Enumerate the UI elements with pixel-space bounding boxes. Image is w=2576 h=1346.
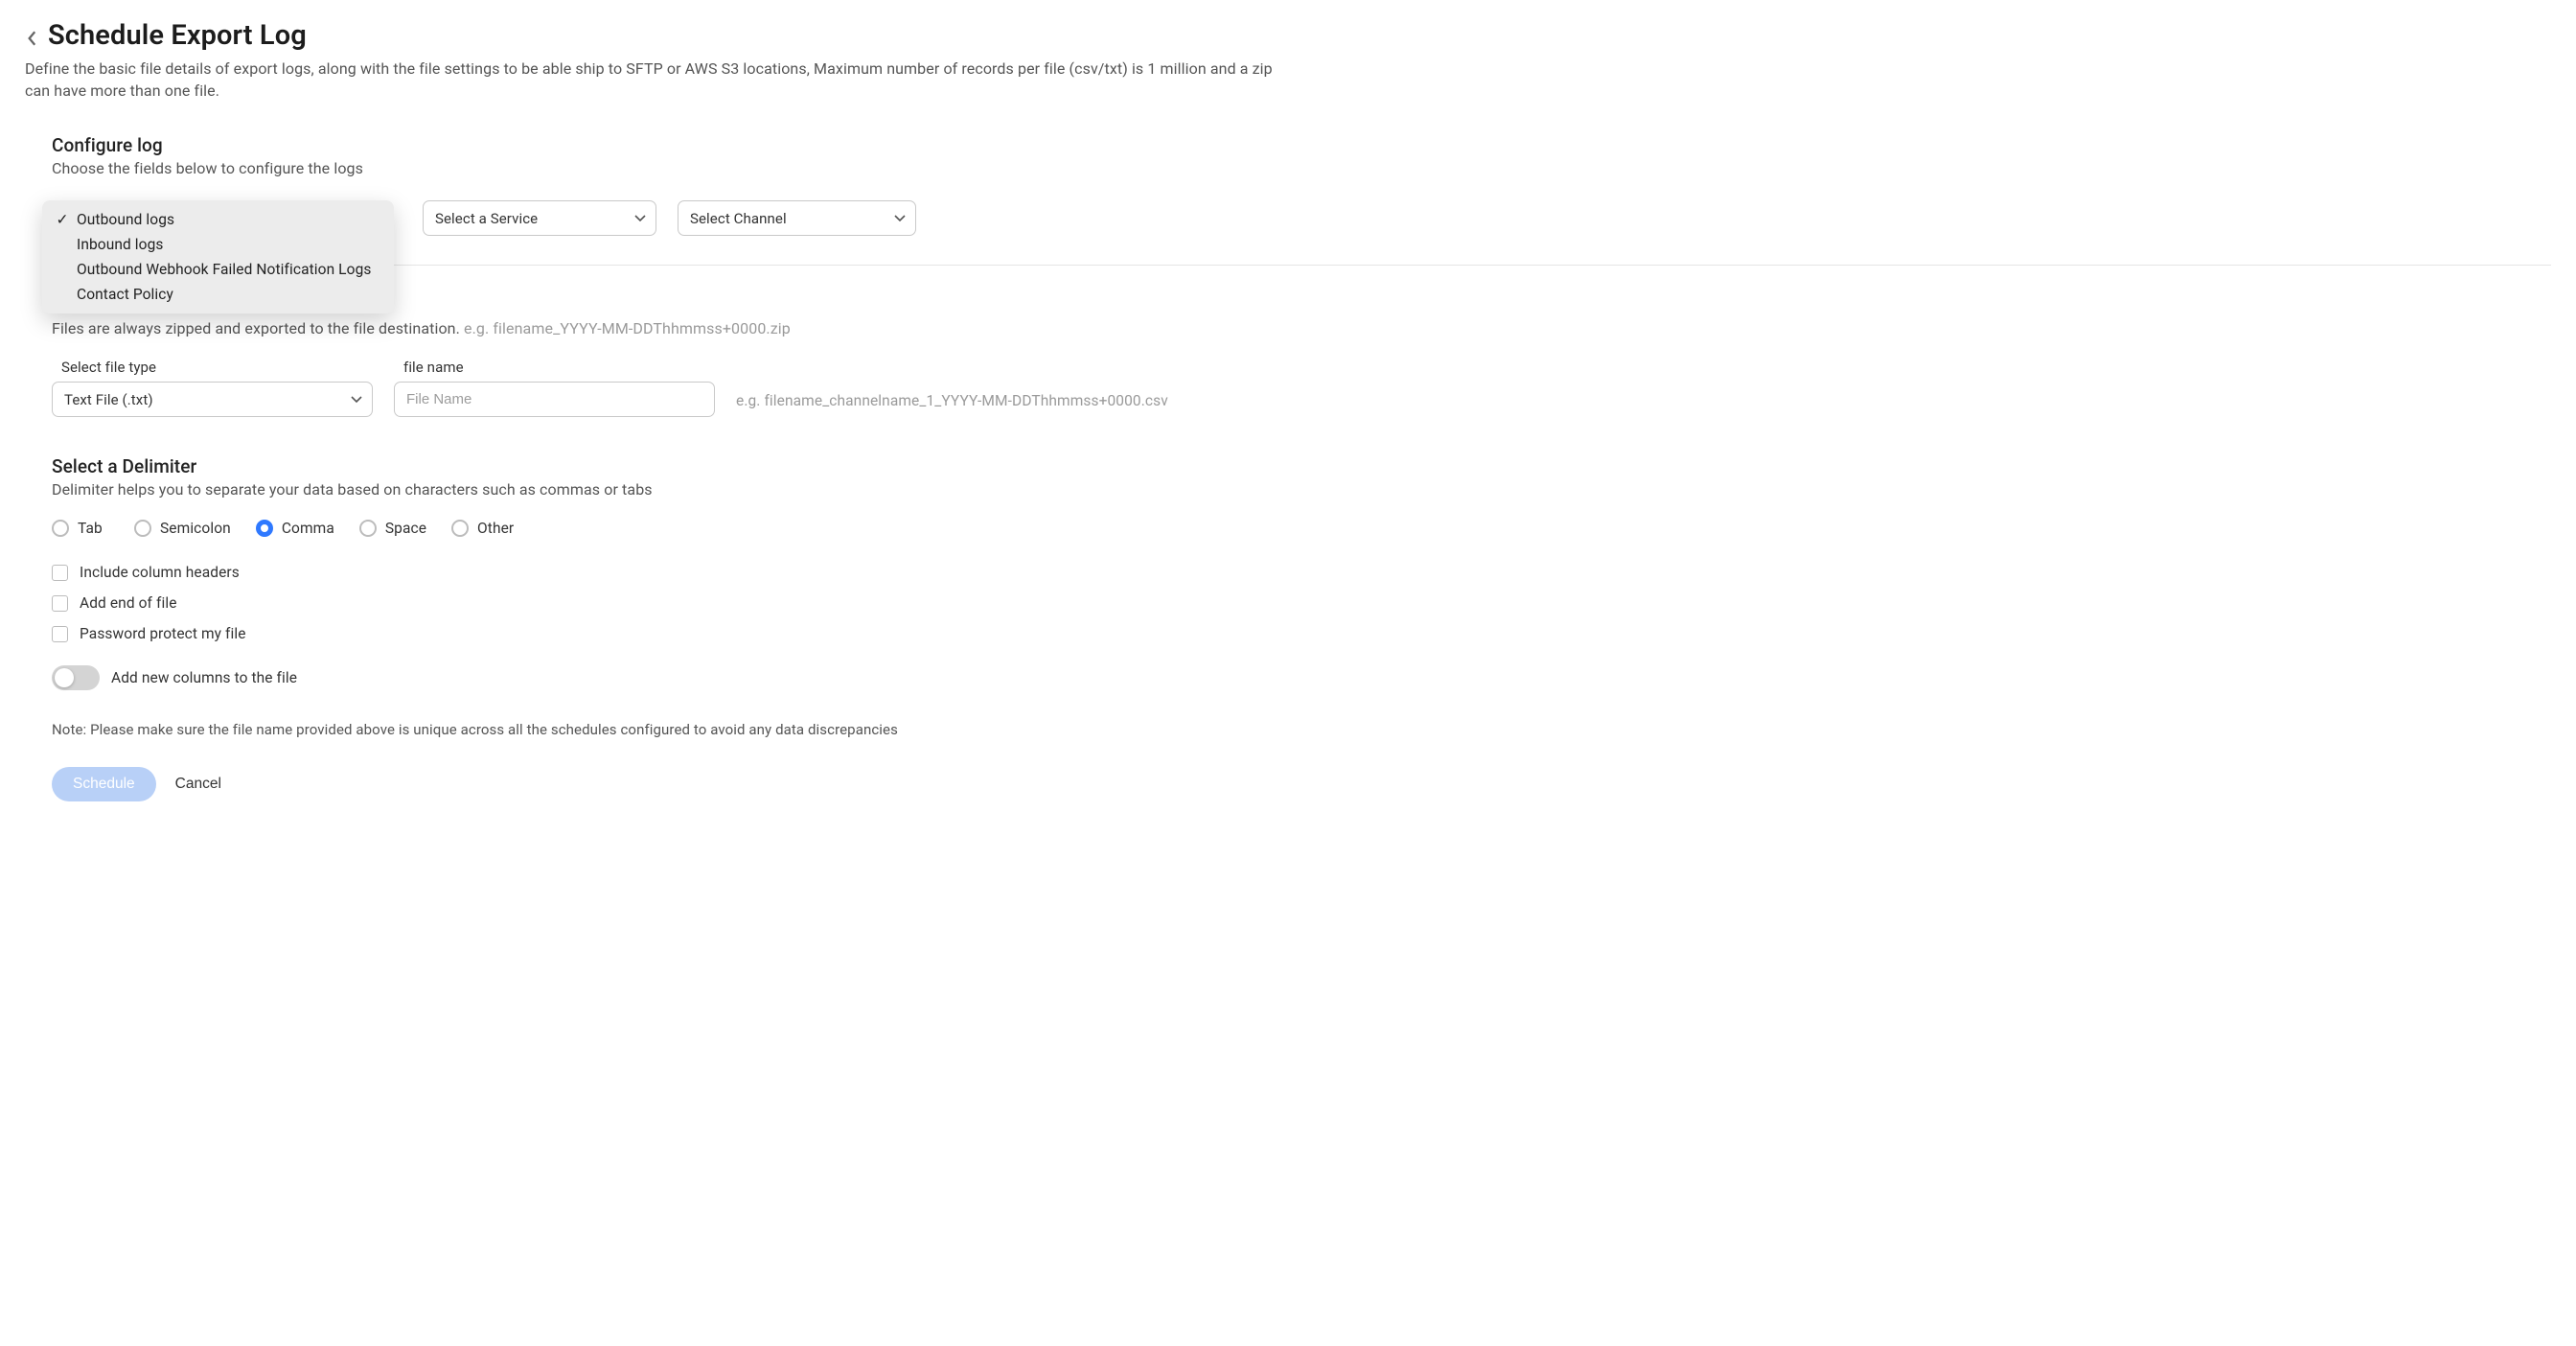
dropdown-item-label: Inbound logs [77, 236, 164, 253]
delimiter-title: Select a Delimiter [52, 455, 2551, 477]
radio-icon [256, 520, 273, 537]
dropdown-item-label: Contact Policy [77, 286, 173, 303]
log-type-option-contact-policy[interactable]: Contact Policy [42, 282, 394, 307]
checkbox-label: Add end of file [80, 594, 177, 612]
radio-label: Comma [282, 520, 334, 537]
toggle-knob [55, 668, 74, 687]
select-placeholder: Select Channel [690, 210, 787, 227]
file-desc-example: e.g. filename_YYYY-MM-DDThhmmss+0000.zip [464, 319, 791, 337]
select-placeholder: Select a Service [435, 210, 538, 227]
chevron-down-icon [634, 213, 646, 224]
toggle-add-new-columns[interactable] [52, 665, 100, 690]
section-divider [52, 265, 2551, 266]
dropdown-item-label: Outbound logs [77, 211, 174, 228]
radio-icon [359, 520, 377, 537]
checkbox-include-headers[interactable]: Include column headers [52, 564, 2551, 581]
log-type-option-inbound[interactable]: Inbound logs [42, 232, 394, 257]
file-name-input[interactable] [394, 382, 715, 417]
radio-icon [451, 520, 469, 537]
radio-icon [52, 520, 69, 537]
log-type-option-webhook[interactable]: Outbound Webhook Failed Notification Log… [42, 257, 394, 282]
log-type-option-outbound[interactable]: ✓ Outbound logs [42, 207, 394, 232]
log-type-dropdown[interactable]: ✓ Outbound logs Inbound logs Outbound We… [42, 200, 394, 313]
dropdown-item-label: Outbound Webhook Failed Notification Log… [77, 261, 371, 278]
page-subtitle: Define the basic file details of export … [25, 58, 1290, 102]
file-name-label: file name [394, 359, 715, 376]
delimiter-radio-tab[interactable]: Tab [52, 520, 109, 537]
delimiter-radio-comma[interactable]: Comma [256, 520, 334, 537]
file-type-value: Text File (.txt) [64, 391, 153, 408]
radio-icon [134, 520, 151, 537]
radio-label: Space [385, 520, 426, 537]
checkbox-label: Include column headers [80, 564, 240, 581]
checkbox-password-protect[interactable]: Password protect my file [52, 625, 2551, 642]
chevron-down-icon [351, 394, 362, 406]
checkbox-add-eof[interactable]: Add end of file [52, 594, 2551, 612]
service-select[interactable]: Select a Service [423, 200, 656, 236]
delimiter-subtitle: Delimiter helps you to separate your dat… [52, 480, 2551, 499]
file-type-select[interactable]: Text File (.txt) [52, 382, 373, 417]
chevron-down-icon [894, 213, 906, 224]
channel-select[interactable]: Select Channel [678, 200, 916, 236]
delimiter-radio-space[interactable]: Space [359, 520, 426, 537]
radio-label: Tab [78, 520, 103, 537]
checkbox-icon [52, 565, 68, 581]
radio-label: Other [477, 520, 514, 537]
schedule-button[interactable]: Schedule [52, 767, 156, 801]
file-destination-note: Files are always zipped and exported to … [52, 319, 791, 337]
delimiter-radio-other[interactable]: Other [451, 520, 514, 537]
configure-title: Configure log [52, 134, 2551, 156]
configure-subtitle: Choose the fields below to configure the… [52, 159, 2551, 177]
checkbox-label: Password protect my file [80, 625, 246, 642]
check-icon: ✓ [56, 211, 69, 228]
uniqueness-note: Note: Please make sure the file name pro… [25, 721, 2551, 738]
page-title: Schedule Export Log [48, 19, 307, 52]
file-desc-text: Files are always zipped and exported to … [52, 319, 460, 337]
checkbox-icon [52, 595, 68, 612]
checkbox-icon [52, 626, 68, 642]
back-icon[interactable] [25, 31, 40, 46]
file-type-label: Select file type [52, 359, 373, 376]
cancel-button[interactable]: Cancel [170, 776, 227, 793]
toggle-label: Add new columns to the file [111, 669, 297, 686]
delimiter-radio-semicolon[interactable]: Semicolon [134, 520, 231, 537]
radio-label: Semicolon [160, 520, 231, 537]
file-name-example: e.g. filename_channelname_1_YYYY-MM-DDTh… [736, 392, 1168, 417]
